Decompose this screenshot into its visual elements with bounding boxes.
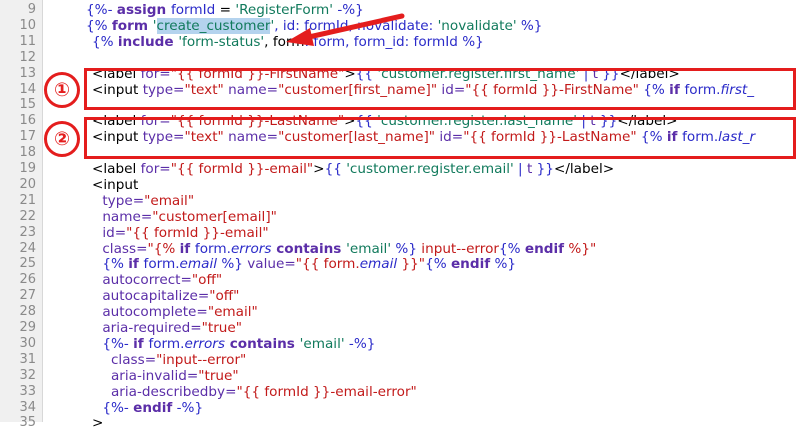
red-arrow-icon (286, 13, 405, 46)
